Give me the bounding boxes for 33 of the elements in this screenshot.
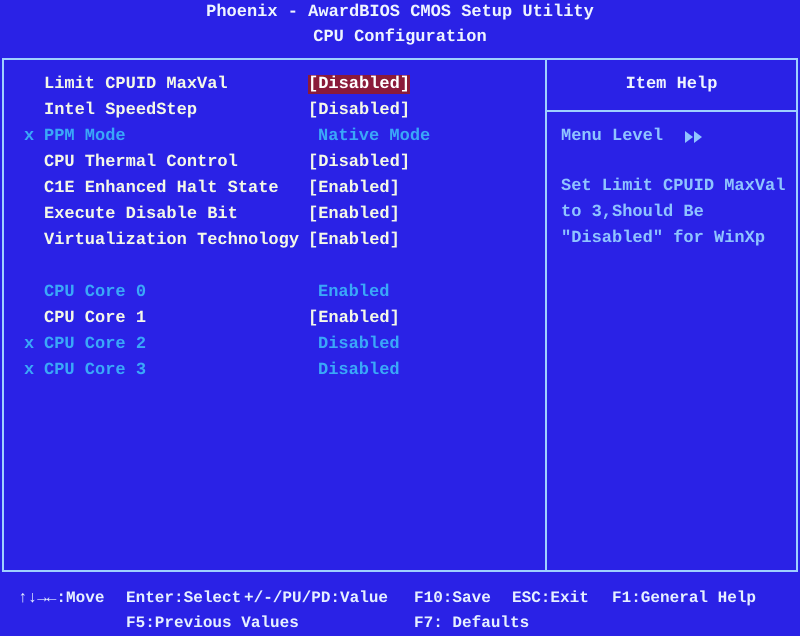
double-triangle-icon <box>685 130 704 143</box>
setting-value[interactable]: [Disabled] <box>308 152 410 172</box>
key-hint: ↑↓→←:Move <box>18 589 104 607</box>
excluded-mark: x <box>24 126 34 146</box>
key-hint: +/-/PU/PD:Value <box>244 589 388 607</box>
setting-label[interactable]: Execute Disable Bit <box>44 204 308 226</box>
setting-label[interactable]: Intel SpeedStep <box>44 100 308 122</box>
help-text: Set Limit CPUID MaxVal <box>561 176 786 198</box>
setting-label[interactable]: CPU Thermal Control <box>44 152 308 174</box>
key-hint: F10:Save <box>414 589 491 607</box>
key-hint: ESC:Exit <box>512 589 589 607</box>
setting-label[interactable]: CPU Core 1 <box>44 308 308 330</box>
help-text: to 3,Should Be <box>561 202 705 224</box>
page-subtitle: CPU Configuration <box>313 27 487 49</box>
window-title: Phoenix - AwardBIOS CMOS Setup Utility <box>206 2 594 24</box>
setting-label[interactable]: Limit CPUID MaxVal <box>44 74 308 96</box>
setting-value[interactable]: [Enabled] <box>308 178 400 198</box>
setting-value[interactable]: [Enabled] <box>308 308 400 328</box>
key-hint: F7: Defaults <box>414 614 530 632</box>
setting-label[interactable]: C1E Enhanced Halt State <box>44 178 308 200</box>
key-hint: Enter:Select <box>126 589 242 607</box>
excluded-mark: x <box>24 360 34 380</box>
excluded-mark: x <box>24 334 34 354</box>
key-hint: F5:Previous Values <box>126 614 299 632</box>
help-title: Item Help <box>626 74 718 96</box>
menu-level-label: Menu Level <box>561 126 664 148</box>
setting-label[interactable]: Virtualization Technology <box>44 230 308 252</box>
setting-value[interactable]: [Enabled] <box>308 204 400 224</box>
help-text: "Disabled" for WinXp <box>561 228 766 250</box>
setting-value[interactable]: [Disabled] <box>308 100 410 120</box>
setting-value[interactable]: [Enabled] <box>308 230 400 250</box>
setting-value[interactable]: [Disabled] <box>308 74 410 94</box>
key-hint: F1:General Help <box>612 589 756 607</box>
